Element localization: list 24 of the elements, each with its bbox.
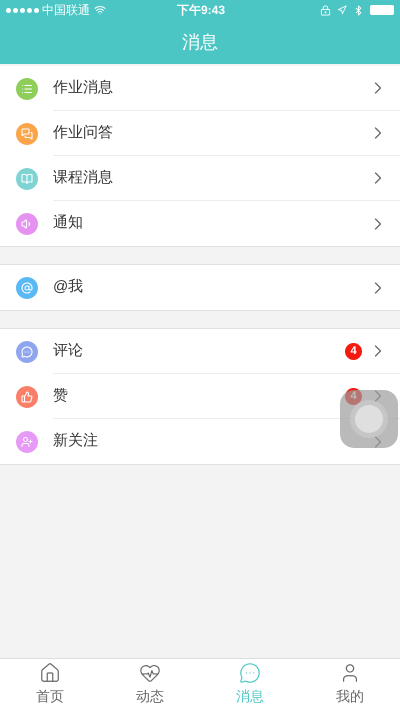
- unread-count: 4: [345, 342, 362, 360]
- rotation-lock-icon: [320, 4, 331, 16]
- tab[interactable]: 首页: [0, 659, 100, 710]
- tab[interactable]: 动态: [100, 659, 200, 710]
- status-time: 下午9:43: [176, 2, 226, 19]
- item-label: 评论: [53, 340, 84, 361]
- tab[interactable]: 我的: [300, 659, 400, 710]
- page-title: 消息: [182, 30, 218, 54]
- item-label: 新关注: [53, 431, 99, 452]
- item-label: 作业问答: [53, 122, 114, 143]
- battery-icon: [370, 5, 394, 15]
- message-icon: [239, 662, 261, 684]
- item-label: 作业消息: [53, 78, 114, 98]
- item-label: 赞: [53, 386, 69, 406]
- home-icon: [39, 662, 61, 684]
- item-label: 课程消息: [53, 168, 114, 188]
- heart-pulse-icon: [139, 662, 161, 684]
- assistive-touch-button[interactable]: [340, 390, 398, 448]
- bluetooth-icon: [353, 4, 364, 16]
- signal-icon: [6, 8, 39, 12]
- item-label: 通知: [53, 213, 84, 234]
- carrier-name: 中国联通: [42, 2, 90, 19]
- item-label: @我: [53, 277, 84, 298]
- location-icon: [337, 5, 347, 15]
